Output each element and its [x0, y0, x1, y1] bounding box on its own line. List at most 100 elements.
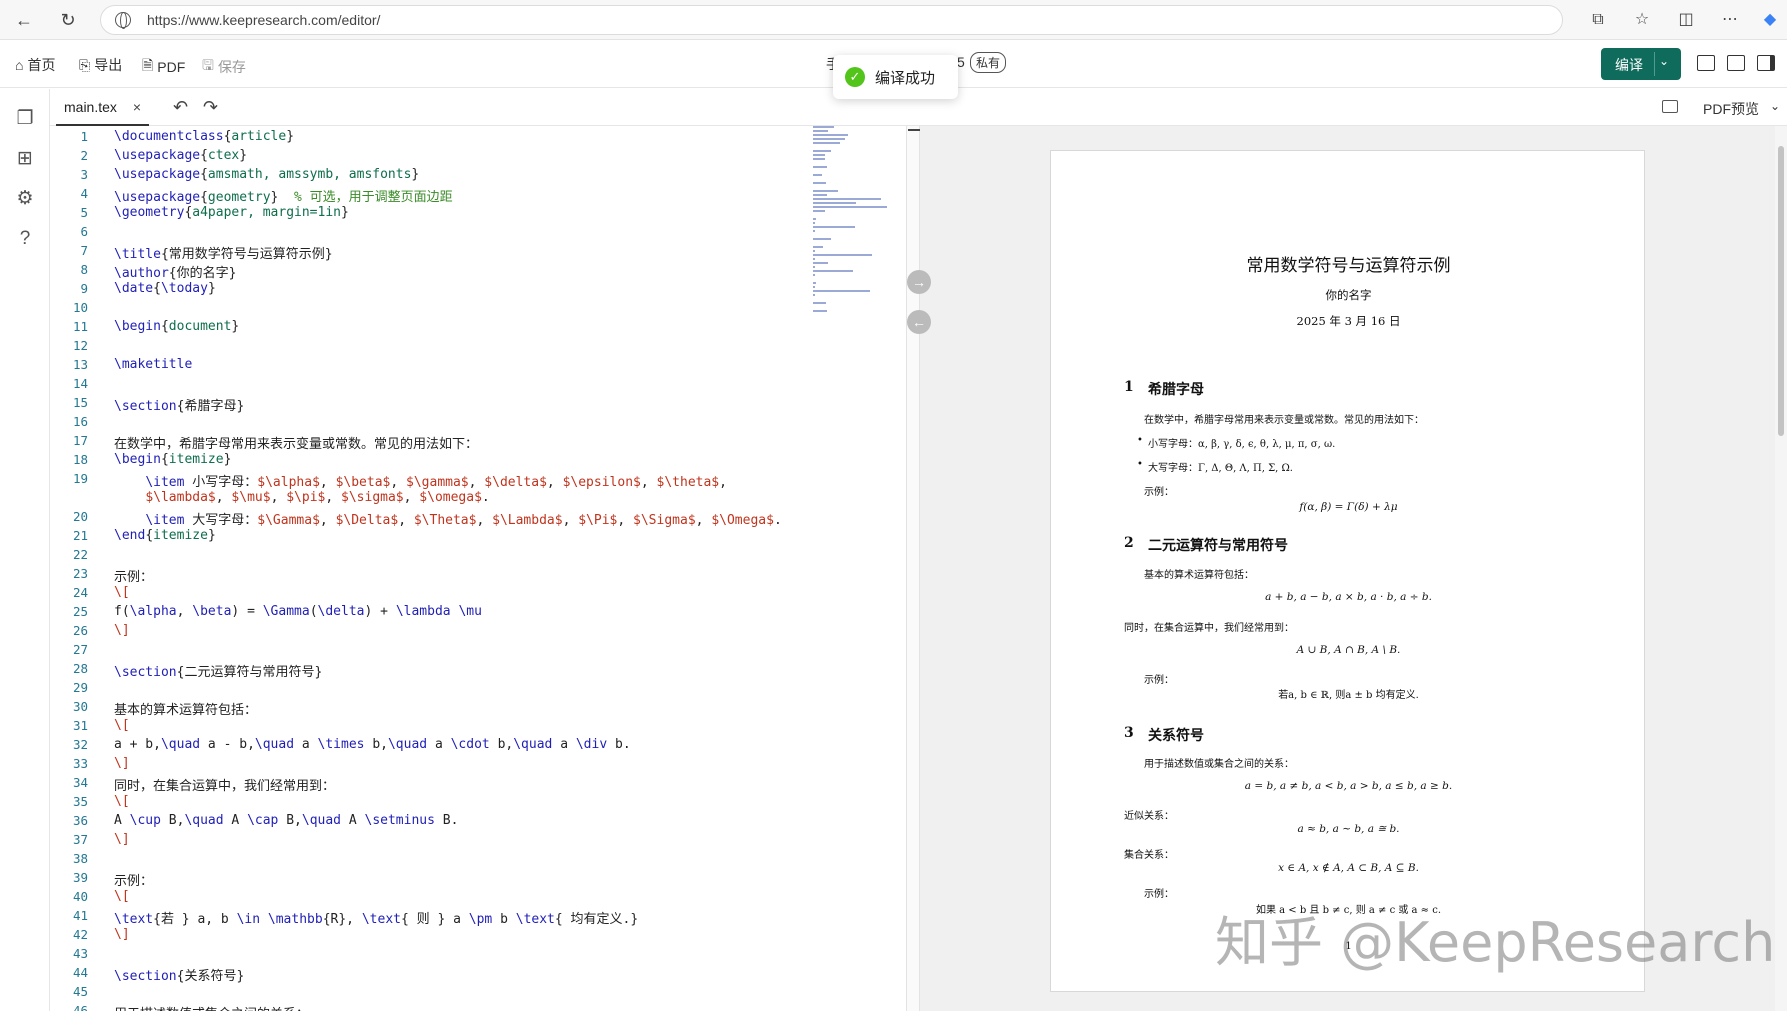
minimap-line: [813, 250, 815, 252]
files-icon[interactable]: ❐: [13, 107, 37, 131]
code-line[interactable]: A \cup B,\quad A \cap B,\quad A \setminu…: [114, 813, 458, 828]
code-line[interactable]: \]: [114, 832, 130, 847]
code-line[interactable]: \[: [114, 718, 130, 733]
line-number: 15: [72, 395, 88, 410]
layout-editor-icon[interactable]: [1727, 55, 1745, 71]
line-number: 14: [72, 376, 88, 391]
layout-split-icon[interactable]: [1697, 55, 1715, 71]
code-line[interactable]: f(\alpha, \beta) = \Gamma(\delta) + \lam…: [114, 604, 482, 619]
line-number: 28: [72, 661, 88, 676]
line-number: 10: [72, 300, 88, 315]
minimap[interactable]: [813, 126, 898, 406]
check-icon: ✓: [845, 67, 865, 87]
code-line[interactable]: a + b,\quad a - b,\quad a \times b,\quad…: [114, 737, 631, 752]
export-button[interactable]: ⎘ 导出: [79, 55, 122, 75]
code-line[interactable]: \item 大写字母：$\Gamma$, $\Delta$, $\Theta$,…: [114, 509, 781, 528]
scrollbar-thumb[interactable]: [1778, 146, 1784, 436]
line-number: 38: [72, 851, 88, 866]
code-line[interactable]: \[: [114, 794, 130, 809]
code-line[interactable]: \begin{document}: [114, 319, 239, 334]
save-button[interactable]: 🖫 保存: [202, 55, 246, 79]
code-line[interactable]: \author{你的名字}: [114, 262, 236, 281]
code-line[interactable]: \section{希腊字母}: [114, 395, 244, 414]
address-bar[interactable]: https://www.keepresearch.com/editor/: [100, 5, 1563, 35]
extensions-icon[interactable]: ⧉: [1586, 8, 1610, 32]
pdf-text: 示例：: [1144, 889, 1174, 900]
code-line[interactable]: \item 小写字母：$\alpha$, $\beta$, $\gamma$, …: [114, 471, 727, 490]
line-number: 35: [72, 794, 88, 809]
favorites-icon[interactable]: ☆: [1630, 8, 1654, 32]
gear-icon[interactable]: ⚙: [13, 187, 37, 211]
help-icon[interactable]: ?: [13, 227, 37, 251]
code-line[interactable]: \begin{itemize}: [114, 452, 231, 467]
pdf-button[interactable]: 🗎 PDF: [142, 55, 185, 79]
code-line[interactable]: \maketitle: [114, 357, 192, 372]
chevron-down-icon[interactable]: ⌄: [1659, 54, 1669, 68]
sync-to-source-icon[interactable]: ←: [907, 310, 931, 334]
minimap-line: [813, 238, 831, 240]
reload-icon[interactable]: ↻: [56, 8, 80, 32]
code-line[interactable]: \usepackage{geometry} % 可选，用于调整页面边距: [114, 186, 453, 205]
home-button[interactable]: ⌂ 首页: [15, 55, 55, 75]
code-line[interactable]: 在数学中，希腊字母常用来表示变量或常数。常见的用法如下：: [114, 433, 478, 452]
line-number: 30: [72, 699, 88, 714]
undo-icon[interactable]: ↶: [173, 97, 188, 118]
code-line[interactable]: 示例：: [114, 566, 153, 585]
pdf-text: 近似关系：: [1124, 811, 1174, 822]
plugins-icon[interactable]: ⊞: [13, 147, 37, 171]
sync-to-pdf-icon[interactable]: →: [907, 270, 931, 294]
pdf-equation: a ≈ b, a ∼ b, a ≅ b.: [1297, 823, 1400, 835]
code-line[interactable]: \]: [114, 927, 130, 942]
back-icon[interactable]: ←: [12, 8, 36, 32]
pdf-text: 基本的算术运算符包括：: [1144, 570, 1254, 581]
code-line[interactable]: \documentclass{article}: [114, 129, 294, 144]
code-line[interactable]: \title{常用数学符号与运算符示例}: [114, 243, 333, 262]
line-number: 1: [80, 129, 88, 144]
line-number: 25: [72, 604, 88, 619]
toast-message: 编译成功: [875, 69, 936, 87]
more-icon[interactable]: ⋯: [1718, 8, 1742, 32]
code-line[interactable]: \geometry{a4paper, margin=1in}: [114, 205, 349, 220]
editor-tabbar: main.tex × ↶ ↷: [50, 89, 922, 126]
code-line[interactable]: \usepackage{ctex}: [114, 148, 247, 163]
code-line[interactable]: \text{若 } a, b \in \mathbb{R}, \text{ 则 …: [114, 908, 638, 927]
compile-divider: [1654, 52, 1655, 76]
close-icon[interactable]: ×: [133, 99, 141, 115]
code-line[interactable]: \section{关系符号}: [114, 965, 244, 984]
minimap-line: [813, 282, 816, 284]
tab-main-tex[interactable]: main.tex ×: [56, 89, 150, 126]
minimap-line: [813, 226, 856, 228]
redo-icon[interactable]: ↷: [203, 97, 218, 118]
chevron-down-icon[interactable]: ⌄: [1770, 99, 1780, 113]
code-line[interactable]: \date{\today}: [114, 281, 216, 296]
code-line[interactable]: 同时，在集合运算中，我们经常用到：: [114, 775, 335, 794]
pdf-label: PDF: [157, 59, 186, 75]
code-line[interactable]: 用于描述数值或集合之间的关系：: [114, 1003, 309, 1011]
code-line[interactable]: \]: [114, 623, 130, 638]
pdf-equation: a + b, a − b, a × b, a · b, a ÷ b.: [1265, 591, 1432, 603]
line-number: 20: [72, 509, 88, 524]
code-line[interactable]: \end{itemize}: [114, 528, 216, 543]
browser-essentials-icon[interactable]: ◫: [1674, 8, 1698, 32]
code-line[interactable]: 基本的算术运算符包括：: [114, 699, 257, 718]
compile-button[interactable]: 编译 ⌄: [1601, 48, 1681, 80]
code-line[interactable]: 示例：: [114, 870, 153, 889]
url-text: https://www.keepresearch.com/editor/: [147, 12, 381, 28]
code-line[interactable]: \[: [114, 889, 130, 904]
line-number: 34: [72, 775, 88, 790]
code-line[interactable]: \]: [114, 756, 130, 771]
code-editor[interactable]: 1 \documentclass{article} 2 \usepackage{cte…: [50, 126, 907, 1011]
layout-preview-icon[interactable]: [1757, 55, 1775, 71]
copilot-icon[interactable]: ◆: [1758, 8, 1782, 32]
pane-splitter[interactable]: [906, 126, 920, 1011]
code-line[interactable]: \section{二元运算符与常用符号}: [114, 661, 322, 680]
preview-mode-icon[interactable]: [1662, 100, 1678, 113]
minimap-line: [813, 230, 815, 232]
project-name-end[interactable]: 5: [957, 54, 965, 70]
section-title: 二元运算符与常用符号: [1148, 538, 1288, 554]
preview-mode-select[interactable]: PDF预览: [1703, 99, 1759, 119]
code-line[interactable]: \[: [114, 585, 130, 600]
code-line[interactable]: \usepackage{amsmath, amssymb, amsfonts}: [114, 167, 419, 182]
code-line[interactable]: $\lambda$, $\mu$, $\pi$, $\sigma$, $\ome…: [114, 490, 489, 505]
preview-scrollbar[interactable]: [1775, 126, 1787, 1011]
